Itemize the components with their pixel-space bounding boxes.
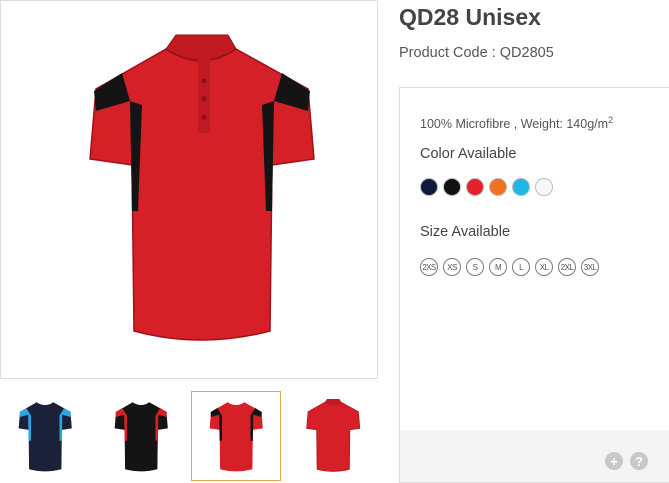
thumbnail-shirt-image bbox=[209, 402, 263, 472]
size-option-2xl[interactable]: 2XL bbox=[558, 258, 576, 276]
color-swatch-6[interactable] bbox=[535, 178, 553, 196]
thumbnail-shirt-image bbox=[306, 398, 361, 472]
size-option-s[interactable]: S bbox=[466, 258, 484, 276]
thumbnail-2[interactable] bbox=[96, 391, 186, 481]
size-option-2xs[interactable]: 2XS bbox=[420, 258, 438, 276]
size-available-label: Size Available bbox=[420, 224, 511, 240]
product-title: QD28 Unisex bbox=[399, 4, 541, 30]
size-option-xl[interactable]: XL bbox=[535, 258, 553, 276]
color-available-label: Color Available bbox=[420, 146, 517, 162]
color-swatch-2[interactable] bbox=[443, 178, 461, 196]
color-swatch-4[interactable] bbox=[489, 178, 507, 196]
color-swatch-1[interactable] bbox=[420, 178, 438, 196]
plus-icon[interactable]: + bbox=[605, 452, 623, 470]
size-option-m[interactable]: M bbox=[489, 258, 507, 276]
panel-footer: + ? bbox=[400, 430, 669, 482]
material-info: 100% Microfibre , Weight: 140g/m2 bbox=[420, 115, 613, 131]
material-text: 100% Microfibre , Weight: 140g/m bbox=[420, 117, 609, 132]
help-icon[interactable]: ? bbox=[630, 452, 648, 470]
size-option-xs[interactable]: XS bbox=[443, 258, 461, 276]
size-options: 2XS XS S M L XL 2XL 3XL bbox=[420, 258, 599, 276]
product-details-panel: 100% Microfibre , Weight: 140g/m2 Color … bbox=[399, 87, 669, 483]
product-code: Product Code : QD2805 bbox=[399, 45, 554, 61]
material-superscript: 2 bbox=[608, 115, 614, 125]
thumbnail-1[interactable] bbox=[0, 391, 90, 481]
thumbnail-3-selected[interactable] bbox=[191, 391, 281, 481]
color-swatch-5[interactable] bbox=[512, 178, 530, 196]
color-swatch-3[interactable] bbox=[466, 178, 484, 196]
thumbnail-shirt-image bbox=[18, 402, 72, 472]
polo-shirt-image bbox=[89, 34, 315, 341]
color-swatches bbox=[420, 178, 553, 196]
thumbnail-4[interactable] bbox=[288, 391, 378, 481]
size-option-l[interactable]: L bbox=[512, 258, 530, 276]
main-product-image[interactable] bbox=[0, 0, 378, 379]
size-option-3xl[interactable]: 3XL bbox=[581, 258, 599, 276]
thumbnail-shirt-image bbox=[114, 402, 168, 472]
